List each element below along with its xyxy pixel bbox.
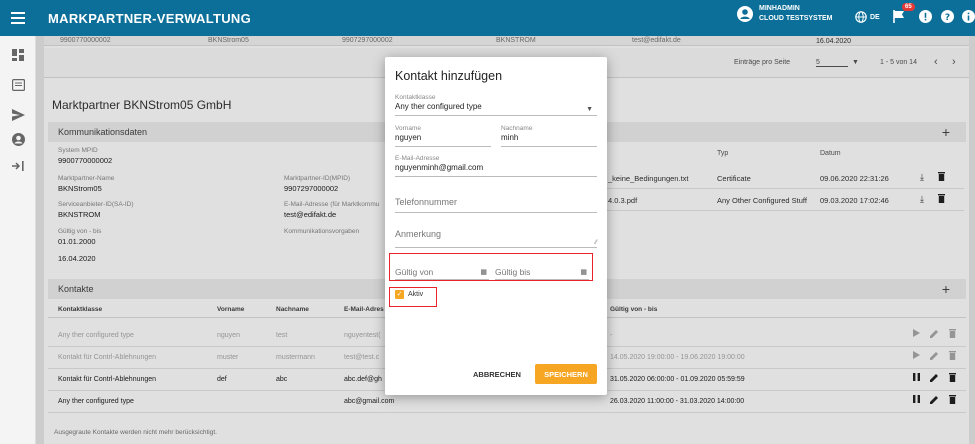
anmerkung-textarea[interactable]: Anmerkung ⁄⁄	[395, 229, 597, 248]
calendar-icon[interactable]: ▦	[580, 268, 587, 276]
info-icon[interactable]	[962, 10, 975, 25]
nachname-field[interactable]: Nachname minh	[501, 125, 597, 147]
menu-icon[interactable]	[0, 0, 36, 36]
calendar-icon[interactable]: ▦	[480, 268, 487, 276]
send-icon[interactable]	[10, 107, 26, 123]
add-contact-dialog: Kontakt hinzufügen Kontaktklasse Any the…	[385, 57, 607, 395]
field-value: nguyen	[395, 133, 422, 142]
aktiv-checkbox[interactable]: ✓	[395, 290, 404, 299]
messages-icon[interactable]	[10, 77, 26, 93]
svg-text:?: ?	[945, 13, 950, 23]
language-label: DE	[870, 13, 880, 21]
telefon-field[interactable]: Telefonnummer	[395, 197, 597, 213]
notification-badge: 65	[902, 3, 915, 11]
app-header: MARKPARTNER-VERWALTUNG MINHADMIN CLOUD T…	[0, 0, 975, 36]
user-name: MINHADMIN	[759, 5, 800, 12]
help-icon[interactable]: ?	[941, 10, 954, 25]
dialog-title: Kontakt hinzufügen	[395, 69, 503, 83]
select-caret-icon: ▼	[586, 106, 593, 113]
cancel-button[interactable]: ABBRECHEN	[473, 370, 521, 379]
aktiv-label: Aktiv	[408, 291, 424, 298]
globe-icon	[855, 11, 867, 23]
field-value: Any ther configured type	[395, 102, 482, 111]
alert-icon[interactable]	[919, 10, 932, 25]
app-title: MARKPARTNER-VERWALTUNG	[48, 11, 252, 26]
user-system: CLOUD TESTSYSTEM	[759, 15, 833, 22]
dashboard-icon[interactable]	[10, 47, 26, 63]
field-value: minh	[501, 133, 519, 142]
side-rail	[0, 36, 36, 444]
field-label: Vorname	[395, 125, 422, 132]
field-label: Kontaktklasse	[395, 94, 436, 101]
kontaktklasse-select[interactable]: Kontaktklasse Any ther configured type ▼	[395, 94, 597, 116]
collapse-rail-icon[interactable]	[10, 158, 26, 174]
flag-notification-icon[interactable]	[893, 10, 905, 25]
gueltig-von-field[interactable]: Gültig von ▦	[395, 267, 489, 280]
field-value: nguyenminh@gmail.com	[395, 163, 484, 172]
field-label: Nachname	[501, 125, 533, 132]
language-switch[interactable]: DE	[855, 11, 880, 23]
resize-handle-icon[interactable]: ⁄⁄	[595, 240, 597, 246]
field-placeholder: Anmerkung	[395, 229, 442, 239]
save-button[interactable]: SPEICHERN	[535, 364, 597, 384]
field-placeholder: Gültig von	[395, 267, 434, 277]
field-placeholder: Telefonnummer	[395, 197, 458, 207]
gueltig-bis-field[interactable]: Gültig bis ▦	[495, 267, 589, 280]
vorname-field[interactable]: Vorname nguyen	[395, 125, 491, 147]
account-icon	[737, 6, 753, 22]
field-placeholder: Gültig bis	[495, 267, 531, 277]
user-menu[interactable]: MINHADMIN CLOUD TESTSYSTEM	[737, 4, 833, 24]
email-field[interactable]: E-Mail-Adresse nguyenminh@gmail.com	[395, 155, 597, 177]
field-label: E-Mail-Adresse	[395, 155, 440, 162]
account-circle-icon[interactable]	[10, 131, 26, 147]
